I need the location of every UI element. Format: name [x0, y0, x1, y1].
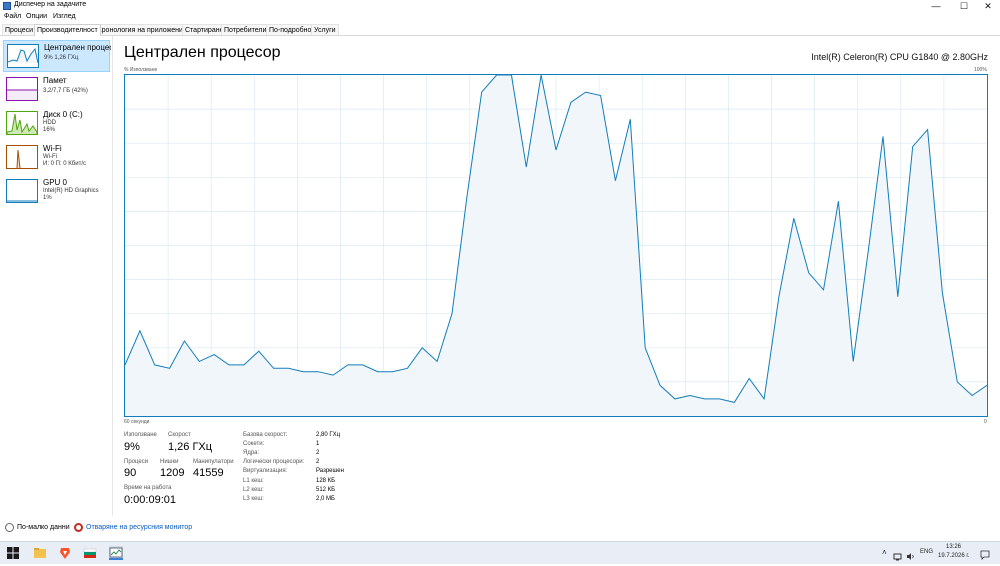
- spec-value: 2: [316, 450, 320, 456]
- handles-value: 41559: [193, 467, 224, 479]
- title-bar: Диспечер на задачите — ☐ ✕: [0, 0, 1000, 12]
- tab-services[interactable]: Услуги: [311, 24, 339, 35]
- threads-label: Нишки: [160, 459, 179, 465]
- notification-icon[interactable]: [980, 547, 990, 560]
- spec-value: 128 КБ: [316, 478, 336, 484]
- spec-label: Логически процесори:: [243, 459, 305, 465]
- menu-view[interactable]: Изглед: [53, 13, 76, 20]
- usage-value: 9%: [124, 441, 140, 453]
- sidebar-item-memory[interactable]: Памет 3,2/7,7 ГБ (42%): [3, 74, 110, 106]
- tab-app-history[interactable]: Хронология на приложение: [94, 24, 190, 35]
- sidebar-item-label: Диск 0 (C:): [43, 110, 83, 119]
- threads-value: 1209: [160, 467, 185, 479]
- close-button[interactable]: ✕: [972, 0, 1000, 12]
- sidebar-item-label: Памет: [43, 76, 67, 85]
- windows-start-icon[interactable]: [6, 546, 20, 560]
- spec-value: 2,80 ГХц: [316, 432, 341, 438]
- spec-value: 1: [316, 441, 320, 447]
- sidebar-item-detail: И: 0 П: 0 Кбит/с: [43, 161, 86, 167]
- spec-label: L2 кеш:: [243, 487, 264, 493]
- spec-label: Сокети:: [243, 441, 265, 447]
- sidebar-item-detail: 16%: [43, 127, 56, 133]
- chevron-up-icon[interactable]: [5, 523, 14, 532]
- volume-icon[interactable]: [906, 548, 915, 560]
- menu-bar: Файл Опции Изглед: [0, 12, 1000, 23]
- spec-label: Виртуализация:: [243, 468, 288, 474]
- spec-label: Ядра:: [243, 450, 260, 456]
- sidebar-item-detail: Wi-Fi: [43, 154, 57, 160]
- spec-value: 2: [316, 459, 320, 465]
- processes-value: 90: [124, 467, 137, 479]
- sidebar-item-label: Wi-Fi: [43, 144, 62, 153]
- sidebar-item-gpu[interactable]: GPU 0 Intel(R) HD Graphics 1%: [3, 176, 110, 208]
- uptime-label: Време на работа: [124, 485, 172, 491]
- wifi-thumbnail-graph: [6, 145, 38, 169]
- resource-monitor-link[interactable]: Отваряне на ресурсния монитор: [86, 524, 192, 531]
- sidebar-item-detail: 3,2/7,7 ГБ (42%): [43, 88, 88, 94]
- clock-time[interactable]: 13:26: [946, 544, 961, 550]
- usage-axis-label: % Използване: [124, 67, 158, 73]
- sidebar-item-label: Централен процесор: [44, 43, 111, 52]
- task-manager-icon[interactable]: [109, 546, 123, 560]
- window-title: Диспечер на задачите: [14, 1, 87, 8]
- file-explorer-icon[interactable]: [33, 546, 47, 560]
- uptime-value: 0:00:09:01: [124, 494, 176, 506]
- sidebar-item-detail: Intel(R) HD Graphics: [43, 188, 99, 194]
- menu-options[interactable]: Опции: [26, 13, 47, 20]
- cpu-usage-chart: [125, 75, 987, 416]
- sidebar-item-detail: 9% 1,26 ГХц: [44, 55, 79, 61]
- tab-performance[interactable]: Производителност: [34, 24, 101, 36]
- tab-bar: Процеси Производителност Хронология на п…: [0, 23, 1000, 36]
- memory-thumbnail-graph: [6, 77, 38, 101]
- speed-value: 1,26 ГХц: [168, 441, 213, 453]
- spec-value: 512 КБ: [316, 487, 336, 493]
- tab-users[interactable]: Потребители: [221, 24, 270, 35]
- sidebar-item-wifi[interactable]: Wi-Fi Wi-Fi И: 0 П: 0 Кбит/с: [3, 142, 110, 174]
- handles-label: Манипулатори: [193, 459, 234, 465]
- speed-label: Скорост: [168, 432, 191, 438]
- tab-processes[interactable]: Процеси: [2, 24, 37, 35]
- chevron-up-icon[interactable]: ˄: [882, 548, 887, 557]
- fewer-details-link[interactable]: По-малко данни: [17, 524, 70, 531]
- spec-label: Базова скорост:: [243, 432, 288, 438]
- disk-thumbnail-graph: [6, 111, 38, 135]
- time-axis-label: 60 секунди: [124, 419, 150, 425]
- resource-monitor-icon: [74, 523, 83, 532]
- taskbar: ˄ ENG 13:26 19.7.2026 г.: [0, 541, 1000, 564]
- processes-label: Процеси: [124, 459, 149, 465]
- min-axis-label: 0: [984, 419, 987, 425]
- cpu-usage-graph: [124, 74, 988, 417]
- tab-details[interactable]: По-подробно: [266, 24, 315, 35]
- gpu-thumbnail-graph: [6, 179, 38, 203]
- resource-sidebar: Централен процесор 9% 1,26 ГХц Памет 3,2…: [0, 36, 113, 516]
- task-manager-app-icon: [3, 2, 11, 10]
- sidebar-item-detail: 1%: [43, 195, 52, 201]
- spec-label: L3 кеш:: [243, 496, 264, 502]
- tab-startup[interactable]: Стартиране: [182, 24, 227, 35]
- spec-value: Разрешен: [316, 468, 344, 474]
- max-axis-label: 100%: [974, 67, 987, 73]
- cpu-thumbnail-graph: [7, 44, 39, 68]
- sidebar-item-detail: HDD: [43, 120, 56, 126]
- sidebar-item-cpu[interactable]: Централен процесор 9% 1,26 ГХц: [3, 40, 111, 72]
- sidebar-item-disk[interactable]: Диск 0 (C:) HDD 16%: [3, 108, 110, 140]
- menu-file[interactable]: Файл: [4, 13, 21, 20]
- flag-app-icon[interactable]: [83, 546, 97, 560]
- spec-value: 2,0 МБ: [316, 496, 335, 502]
- page-title: Централен процесор: [124, 44, 281, 61]
- brave-browser-icon[interactable]: [58, 546, 72, 560]
- spec-label: L1 кеш:: [243, 478, 264, 484]
- sidebar-item-label: GPU 0: [43, 178, 68, 187]
- clock-date[interactable]: 19.7.2026 г.: [938, 553, 969, 559]
- usage-label: Използване: [124, 432, 157, 438]
- input-language[interactable]: ENG: [920, 549, 933, 555]
- cpu-model-name: Intel(R) Celeron(R) CPU G1840 @ 2.80GHz: [811, 52, 988, 62]
- network-icon[interactable]: [893, 548, 902, 561]
